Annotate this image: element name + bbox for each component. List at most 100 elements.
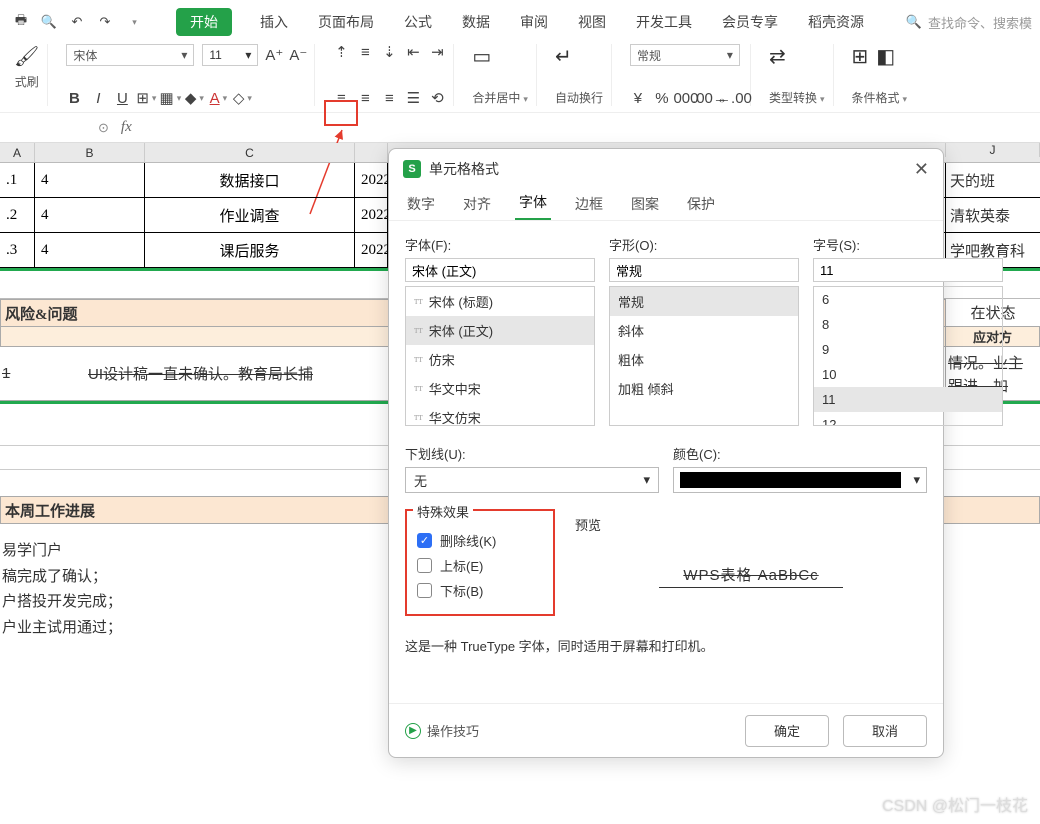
list-item[interactable]: 12 [814, 412, 1002, 426]
tab-number[interactable]: 数字 [403, 188, 439, 220]
cell[interactable]: 清软英泰 [945, 198, 1040, 233]
cell[interactable]: 4 [35, 198, 145, 232]
col-header-c[interactable]: C [145, 143, 355, 162]
cell[interactable]: 4 [35, 163, 145, 197]
strikethrough-checkbox[interactable]: ✓ 删除线(K) [417, 531, 543, 550]
list-item[interactable]: ᴛᴛ华文中宋 [406, 374, 594, 403]
cell[interactable]: .2 [0, 198, 35, 232]
fx-search-icon[interactable]: ⊙ [98, 120, 109, 136]
currency-icon[interactable]: ¥ [630, 90, 646, 106]
list-item[interactable]: 10 [814, 362, 1002, 387]
style-input[interactable] [609, 258, 799, 282]
borders-icon[interactable]: ⊞ [138, 90, 154, 106]
name-box[interactable] [4, 117, 94, 139]
tab-start[interactable]: 开始 [176, 8, 232, 36]
tab-insert[interactable]: 插入 [258, 8, 290, 36]
type-convert-icon[interactable]: ⇄ [769, 44, 825, 69]
cell[interactable]: 课后服务 [145, 233, 355, 267]
italic-icon[interactable]: I [90, 90, 106, 106]
cell-styles-icon[interactable]: ◧ [876, 44, 895, 69]
cell[interactable]: 2022 [355, 198, 388, 232]
tab-align[interactable]: 对齐 [459, 188, 495, 220]
list-item[interactable]: 加粗 倾斜 [610, 374, 798, 403]
cell[interactable]: 作业调查 [145, 198, 355, 232]
fill-color-icon[interactable]: ◆ [186, 90, 202, 106]
list-item[interactable]: 粗体 [610, 345, 798, 374]
list-item[interactable]: 斜体 [610, 316, 798, 345]
number-format-select[interactable]: 常规▾ [630, 44, 740, 66]
percent-icon[interactable]: % [654, 90, 670, 106]
font-color-icon[interactable]: A [210, 90, 226, 106]
bold-icon[interactable]: B [66, 90, 82, 106]
tab-dev[interactable]: 开发工具 [634, 8, 694, 36]
tab-view[interactable]: 视图 [576, 8, 608, 36]
list-item[interactable]: 9 [814, 337, 1002, 362]
tab-font[interactable]: 字体 [515, 186, 551, 220]
type-convert-label[interactable]: 类型转换 [769, 89, 825, 106]
distribute-icon[interactable]: ☰ [405, 90, 421, 106]
format-brush-icon[interactable]: 🖌 [14, 44, 39, 69]
cell[interactable]: .3 [0, 233, 35, 267]
align-middle-icon[interactable]: ≡ [357, 44, 373, 60]
print-icon[interactable]: 🖶 [12, 13, 30, 31]
orientation-icon[interactable]: ⟲ [429, 90, 445, 106]
tab-member[interactable]: 会员专享 [720, 8, 780, 36]
col-header-b[interactable]: B [35, 143, 145, 162]
align-top-icon[interactable]: ⇡ [333, 44, 349, 60]
underline-icon[interactable]: U [114, 90, 130, 106]
ok-button[interactable]: 确定 [745, 715, 829, 747]
cell[interactable]: 天的班 [945, 163, 1040, 198]
indent-inc-icon[interactable]: ⇥ [429, 44, 445, 60]
align-bottom-icon[interactable]: ⇣ [381, 44, 397, 60]
cell[interactable]: 2022 [355, 233, 388, 267]
indent-dec-icon[interactable]: ⇤ [405, 44, 421, 60]
style-listbox[interactable]: 常规 斜体 粗体 加粗 倾斜 [609, 286, 799, 426]
list-item[interactable]: ᴛᴛ宋体 (标题) [406, 287, 594, 316]
align-right-icon[interactable]: ≡ [381, 90, 397, 106]
list-item[interactable]: 常规 [610, 287, 798, 316]
color-select[interactable]: ▾ [673, 467, 927, 493]
tab-daoke[interactable]: 稻壳资源 [806, 8, 866, 36]
tab-data[interactable]: 数据 [460, 8, 492, 36]
list-item[interactable]: ᴛᴛ宋体 (正文) [406, 316, 594, 345]
preview-icon[interactable]: 🔍 [40, 13, 58, 31]
font-input[interactable] [405, 258, 595, 282]
formula-input[interactable] [132, 117, 1040, 139]
font-listbox[interactable]: ᴛᴛ宋体 (标题) ᴛᴛ宋体 (正文) ᴛᴛ仿宋 ᴛᴛ华文中宋 ᴛᴛ华文仿宋 ᴛ… [405, 286, 595, 426]
increase-font-icon[interactable]: A⁺ [266, 47, 282, 63]
redo-icon[interactable]: ↷ [96, 13, 114, 31]
cell[interactable]: 2022 [355, 163, 388, 197]
col-header-a[interactable]: A [0, 143, 35, 162]
search-area[interactable]: 🔍 查找命令、搜索模 [906, 13, 1032, 32]
cell[interactable]: .1 [0, 163, 35, 197]
tab-formula[interactable]: 公式 [402, 8, 434, 36]
font-name-select[interactable]: 宋体▾ [66, 44, 194, 66]
list-item[interactable]: ᴛᴛ仿宋 [406, 345, 594, 374]
cancel-button[interactable]: 取消 [843, 715, 927, 747]
underline-select[interactable]: 无▾ [405, 467, 659, 493]
tab-pattern[interactable]: 图案 [627, 188, 663, 220]
font-size-select[interactable]: 11▾ [202, 44, 258, 66]
subscript-checkbox[interactable]: 下标(B) [417, 581, 543, 600]
tab-border[interactable]: 边框 [571, 188, 607, 220]
list-item[interactable]: 8 [814, 312, 1002, 337]
list-item[interactable]: 11 [814, 387, 1002, 412]
superscript-checkbox[interactable]: 上标(E) [417, 556, 543, 575]
list-item[interactable]: 6 [814, 287, 1002, 312]
cell-style-icon[interactable]: ▦ [162, 90, 178, 106]
size-input[interactable] [813, 258, 1003, 282]
decrease-font-icon[interactable]: A⁻ [290, 47, 306, 63]
col-header-j[interactable]: J [945, 143, 1040, 157]
close-icon[interactable]: ✕ [914, 159, 929, 180]
wrap-icon[interactable]: ↵ [555, 44, 603, 69]
tip-link[interactable]: ▶ 操作技巧 [405, 721, 479, 740]
tab-page-layout[interactable]: 页面布局 [316, 8, 376, 36]
qat-more-icon[interactable] [124, 13, 142, 31]
clear-format-icon[interactable]: ◇ [234, 90, 250, 106]
cell[interactable]: 4 [35, 233, 145, 267]
size-listbox[interactable]: 6 8 9 10 11 12 [813, 286, 1003, 426]
cell[interactable]: 数据接口 [145, 163, 355, 197]
merge-icon[interactable]: ▭ [472, 44, 528, 69]
tab-protect[interactable]: 保护 [683, 188, 719, 220]
cond-fmt-icon[interactable]: ⊞ [852, 44, 869, 69]
